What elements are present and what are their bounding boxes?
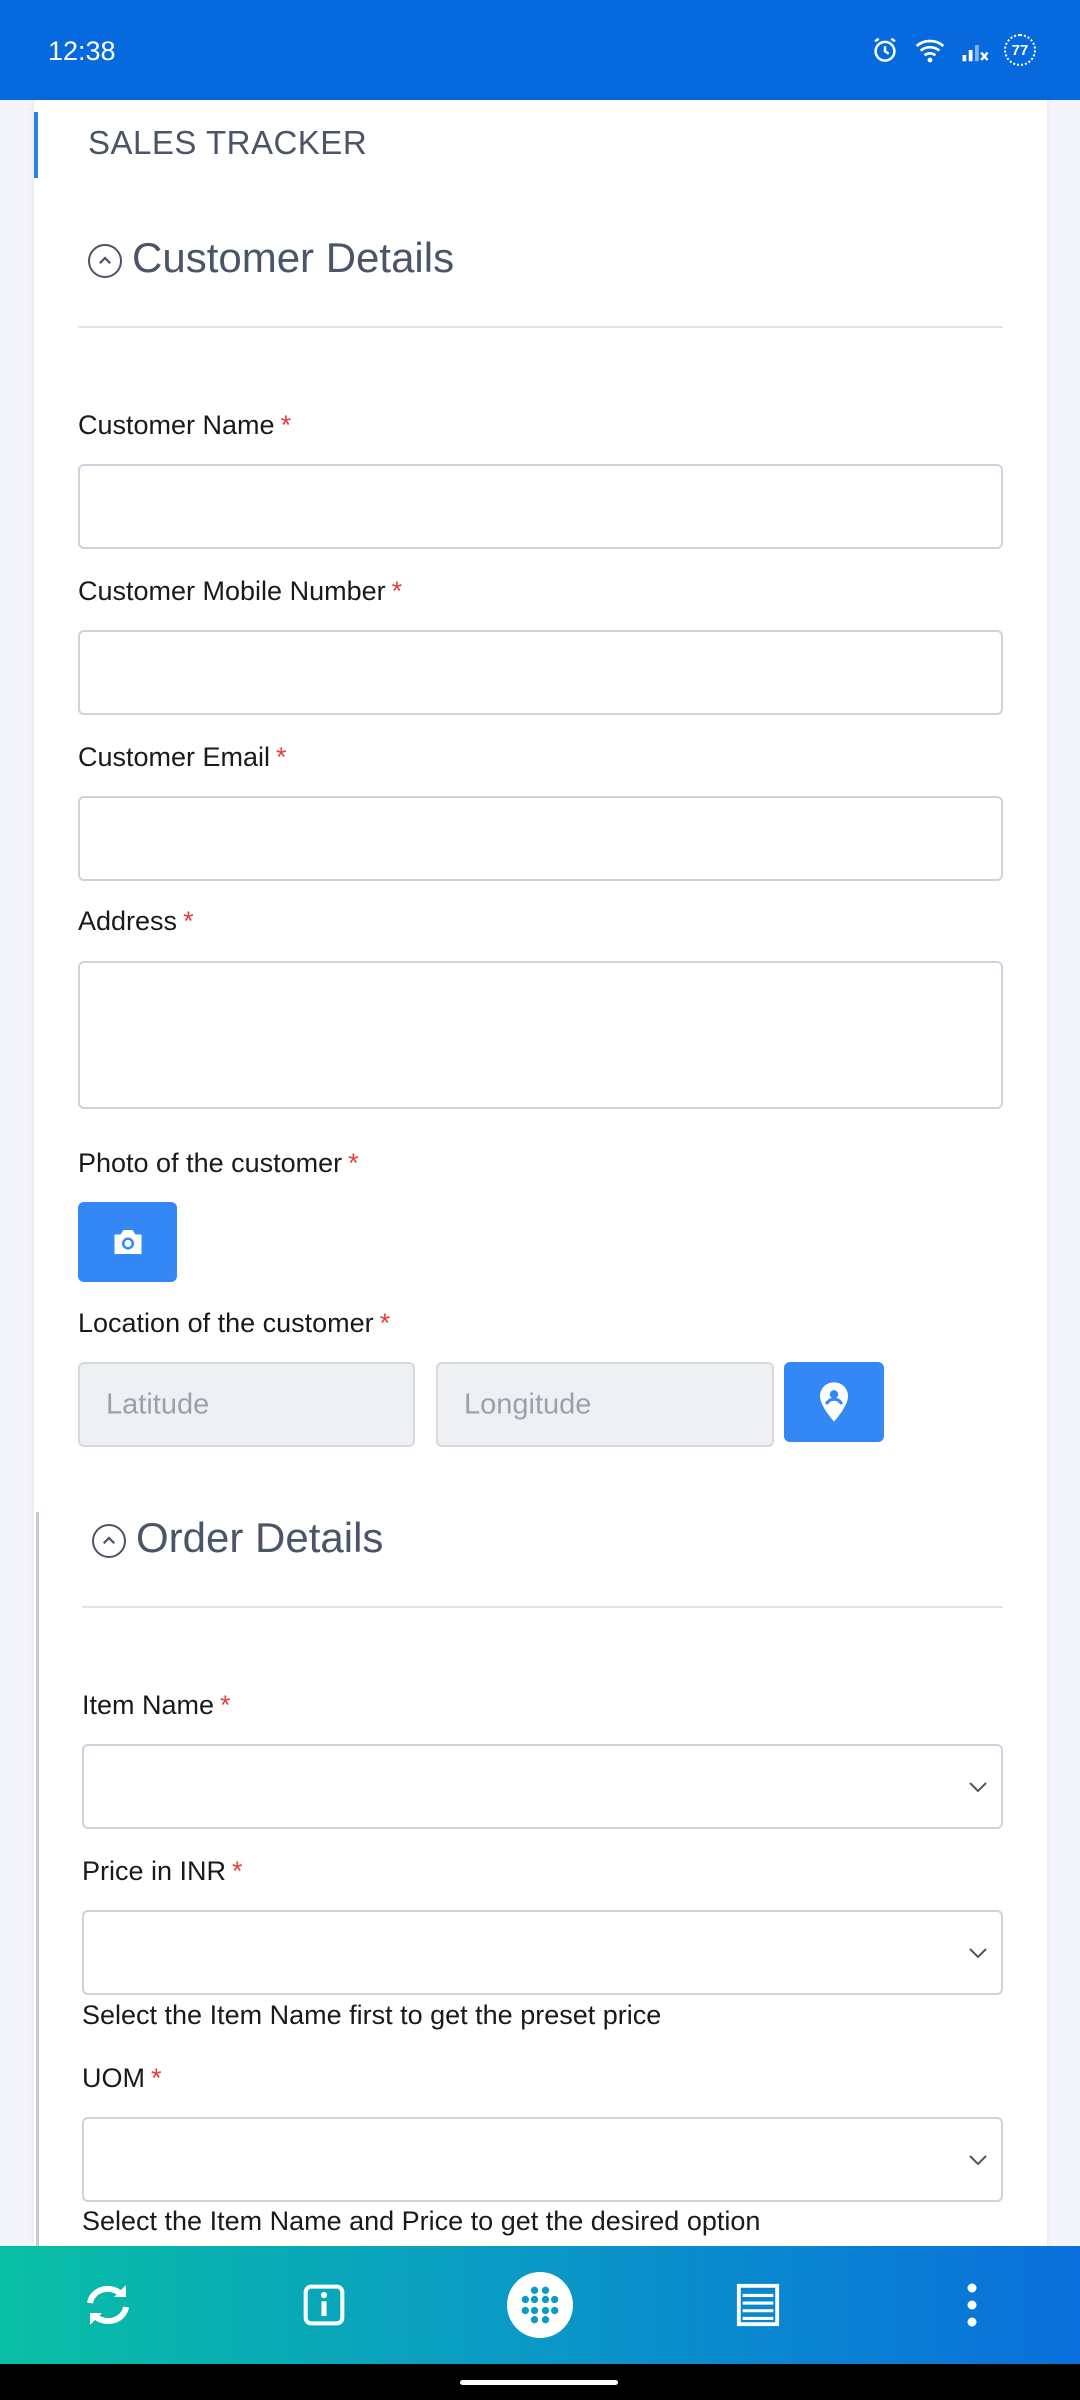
home-indicator[interactable] xyxy=(460,2380,618,2385)
order-section-title: Order Details xyxy=(136,1514,384,1561)
order-divider xyxy=(82,1606,1003,1608)
address-label: Address * xyxy=(78,906,194,936)
camera-icon xyxy=(114,1230,141,1254)
customer-mobile-label: Customer Mobile Number * xyxy=(78,576,403,606)
uom-select[interactable] xyxy=(82,2117,1003,2202)
location-label: Location of the customer * xyxy=(78,1308,391,1338)
chevron-down-icon xyxy=(969,2154,987,2165)
battery-level: 77 xyxy=(1011,41,1029,59)
bottom-nav xyxy=(0,2246,1080,2364)
status-time: 12:38 xyxy=(48,36,116,66)
photo-label: Photo of the customer * xyxy=(78,1148,359,1178)
uom-help-text: Select the Item Name and Price to get th… xyxy=(82,2206,761,2236)
nav-more-button[interactable] xyxy=(924,2246,1020,2364)
status-bar: 12:38 77 xyxy=(0,0,1080,100)
order-accent-bar xyxy=(36,1512,39,2248)
customer-mobile-input[interactable] xyxy=(78,630,1003,715)
customer-section-title: Customer Details xyxy=(132,234,455,281)
item-name-select[interactable] xyxy=(82,1744,1003,1829)
wifi-icon xyxy=(915,39,945,63)
status-icons: 77 xyxy=(870,34,1036,66)
chevron-down-icon xyxy=(969,1947,987,1958)
battery-icon: 77 xyxy=(1004,34,1036,66)
customer-name-label: Customer Name * xyxy=(78,410,292,440)
address-textarea[interactable] xyxy=(78,961,1003,1109)
nav-apps-button[interactable] xyxy=(492,2246,588,2364)
customer-name-input[interactable] xyxy=(78,464,1003,549)
uom-label: UOM * xyxy=(82,2063,162,2093)
order-section-header[interactable]: Order Details xyxy=(92,1514,383,1562)
chevron-down-icon xyxy=(969,1781,987,1792)
alarm-icon xyxy=(874,37,896,62)
customer-email-input[interactable] xyxy=(78,796,1003,881)
price-label: Price in INR * xyxy=(82,1856,243,1886)
title-accent-bar xyxy=(34,112,38,178)
take-photo-button[interactable] xyxy=(78,1202,177,1282)
signal-icon xyxy=(962,45,989,62)
longitude-placeholder: Longitude xyxy=(464,1388,592,1420)
longitude-input[interactable]: Longitude xyxy=(436,1362,774,1447)
latitude-input[interactable]: Latitude xyxy=(78,1362,415,1447)
price-help-text: Select the Item Name first to get the pr… xyxy=(82,2000,662,2030)
info-icon xyxy=(303,2284,345,2326)
customer-section-header[interactable]: Customer Details xyxy=(88,234,454,282)
app-title: SALES TRACKER xyxy=(88,124,368,161)
list-icon xyxy=(736,2283,780,2327)
gesture-bar xyxy=(0,2364,1080,2400)
nav-list-button[interactable] xyxy=(710,2246,806,2364)
latitude-placeholder: Latitude xyxy=(106,1388,210,1420)
customer-email-label: Customer Email * xyxy=(78,742,287,772)
location-pin-icon xyxy=(820,1382,848,1422)
collapse-icon[interactable] xyxy=(88,244,122,278)
get-location-button[interactable] xyxy=(784,1362,884,1442)
price-select[interactable] xyxy=(82,1910,1003,1995)
nav-sync-button[interactable] xyxy=(60,2246,156,2364)
more-vertical-icon xyxy=(967,2283,977,2327)
sync-icon xyxy=(87,2285,129,2325)
apps-grid-icon xyxy=(521,2286,559,2324)
item-name-label: Item Name * xyxy=(82,1690,231,1720)
collapse-icon[interactable] xyxy=(92,1524,126,1558)
nav-info-button[interactable] xyxy=(276,2246,372,2364)
customer-divider xyxy=(78,326,1003,328)
